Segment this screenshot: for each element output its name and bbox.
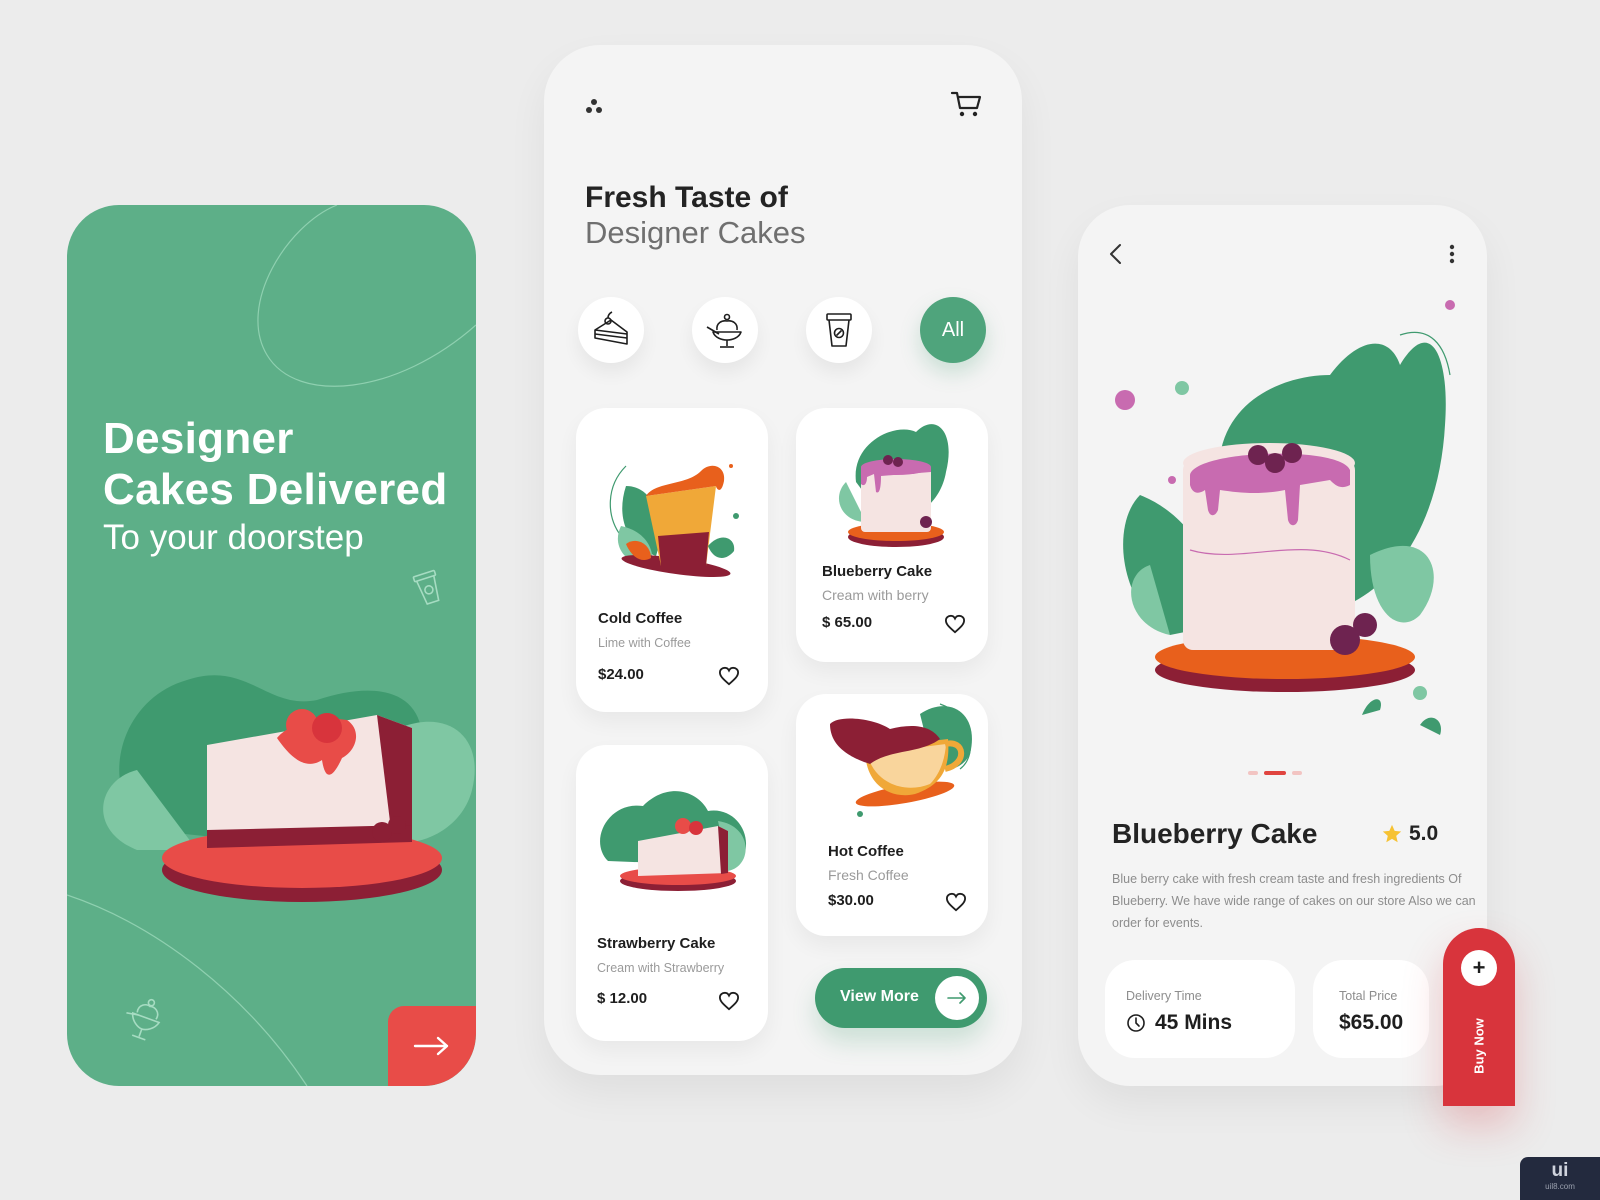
splash-title-line2: Cakes Delivered [103, 465, 448, 514]
category-desserts[interactable] [692, 297, 758, 363]
product-desc: Cream with berry [822, 587, 929, 603]
product-price: $24.00 [598, 666, 644, 683]
plus-icon: + [1461, 950, 1497, 986]
splash-title-line1: Designer [103, 414, 294, 463]
heart-icon[interactable] [718, 666, 740, 686]
rating-value: 5.0 [1409, 822, 1439, 845]
product-card[interactable]: Hot Coffee Fresh Coffee $30.00 [796, 694, 988, 936]
view-more-arrow [935, 976, 979, 1020]
dots-logo-icon[interactable] [584, 98, 604, 116]
delivery-time-label: Delivery Time [1126, 989, 1202, 1003]
carousel-indicator [1248, 771, 1302, 775]
coffee-cup-icon [826, 313, 852, 347]
carousel-dot[interactable] [1292, 771, 1302, 775]
sundae-icon [126, 998, 161, 1041]
view-more-button[interactable]: View More [815, 968, 987, 1028]
coffee-cup-icon [412, 569, 440, 606]
category-row: All [578, 297, 988, 363]
watermark-main: ui [1551, 1160, 1569, 1181]
watermark-sub: uil8.com [1545, 1182, 1575, 1191]
product-desc: Lime with Coffee [598, 636, 691, 650]
delivery-time-text: 45 Mins [1155, 1011, 1233, 1034]
total-price-value: $65.00 [1339, 1011, 1404, 1034]
product-desc: Fresh Coffee [828, 867, 909, 883]
cart-icon[interactable] [950, 90, 982, 118]
category-all[interactable]: All [920, 297, 986, 363]
splash-subtitle: To your doorstep [103, 518, 364, 557]
delivery-time-card: Delivery Time 45 Mins [1105, 960, 1295, 1058]
product-card[interactable]: Cold Coffee Lime with Coffee $24.00 [576, 408, 768, 712]
star-icon [1382, 824, 1402, 843]
hot-coffee-illustration [830, 703, 972, 817]
heart-icon[interactable] [945, 892, 967, 912]
product-name: Hot Coffee [828, 843, 904, 860]
clock-icon [1127, 1014, 1145, 1032]
product-description: Blue berry cake with fresh cream taste a… [1112, 872, 1476, 930]
more-vertical-icon[interactable] [1449, 243, 1455, 265]
menu-screen: Fresh Taste of Designer Cakes All Cold C… [544, 45, 1022, 1075]
category-cakes[interactable] [578, 297, 644, 363]
arrow-right-icon [413, 1036, 449, 1056]
product-name: Cold Coffee [598, 610, 683, 627]
product-price: $ 65.00 [822, 614, 873, 631]
heart-icon[interactable] [944, 614, 966, 634]
product-price: $30.00 [828, 892, 874, 909]
menu-title: Fresh Taste of [585, 181, 788, 214]
carousel-dot[interactable] [1248, 771, 1258, 775]
product-title: Blueberry Cake [1112, 818, 1318, 849]
view-more-label: View More [840, 988, 919, 1005]
heart-icon[interactable] [718, 991, 740, 1011]
product-name: Blueberry Cake [822, 563, 933, 580]
delivery-time-value: 45 Mins [1126, 1011, 1232, 1035]
menu-subtitle: Designer Cakes [585, 215, 806, 250]
product-card[interactable]: Blueberry Cake Cream with berry $ 65.00 [796, 408, 988, 662]
sundae-icon [706, 313, 742, 348]
product-desc: Cream with Strawberry [597, 961, 725, 975]
product-price: $ 12.00 [597, 990, 648, 1007]
product-card[interactable]: Strawberry Cake Cream with Strawberry $ … [576, 745, 768, 1041]
detail-screen: Blueberry Cake 5.0 Blue berry cake with … [1078, 205, 1487, 1086]
product-name: Strawberry Cake [597, 935, 716, 952]
strawberry-cake-illustration [600, 791, 747, 891]
cold-coffee-illustration [609, 464, 739, 578]
blueberry-cake-illustration [838, 424, 949, 547]
splash-screen: Designer Cakes Delivered To your doorste… [67, 205, 476, 1086]
rating: 5.0 [1381, 822, 1438, 846]
chevron-left-icon[interactable] [1108, 243, 1124, 265]
cake-slice-icon [594, 311, 628, 345]
strawberry-cake-illustration [103, 675, 475, 902]
carousel-dot-active[interactable] [1264, 771, 1286, 775]
total-price-card: Total Price $65.00 [1313, 960, 1429, 1058]
total-price-label: Total Price [1339, 989, 1398, 1003]
watermark: ui uil8.com [1520, 1157, 1600, 1200]
category-coffee[interactable] [806, 297, 872, 363]
blueberry-cake-illustration [1115, 300, 1455, 735]
arrow-right-icon [947, 992, 966, 1004]
buy-now-label: Buy Now [1471, 1018, 1487, 1074]
buy-now-button[interactable]: + Buy Now [1443, 928, 1515, 1106]
category-all-label: All [941, 318, 965, 341]
splash-title: Designer Cakes Delivered [103, 413, 448, 515]
